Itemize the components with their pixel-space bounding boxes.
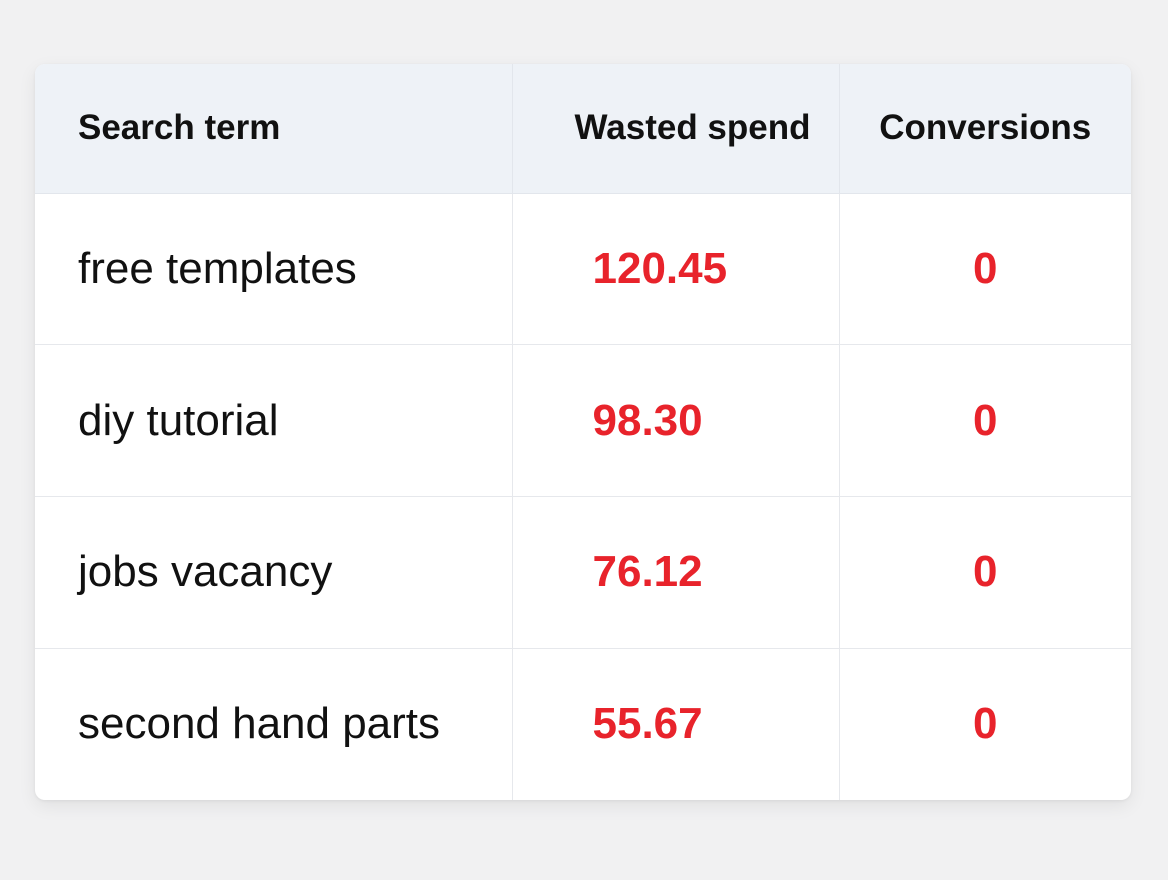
wasted-spend-cell: 98.30 [512,344,840,497]
conversions-cell: 0 [839,496,1131,649]
table-body: free templates 120.45 0 diy tutorial 98.… [35,193,1131,800]
wasted-spend-cell: 120.45 [512,193,840,346]
search-term-cell: second hand parts [35,648,513,800]
wasted-spend-cell: 76.12 [512,496,840,649]
column-header-conversions[interactable]: Conversions [839,64,1131,194]
table-row[interactable]: diy tutorial 98.30 0 [35,344,1131,497]
search-terms-card: Search term Wasted spend Conversions fre… [35,64,1131,800]
search-term-cell: free templates [35,193,513,346]
conversions-cell: 0 [973,699,998,749]
conversions-cell: 0 [839,193,1131,346]
table-row[interactable]: second hand parts 55.67 0 [35,648,1131,800]
search-term-cell: jobs vacancy [35,496,513,649]
table-row[interactable]: jobs vacancy 76.12 0 [35,496,1131,649]
column-header-search-term[interactable]: Search term [35,64,513,194]
column-header-wasted-spend[interactable]: Wasted spend [512,64,840,194]
header-row: Search term Wasted spend Conversions [35,64,1131,194]
table-header: Search term Wasted spend Conversions [35,64,1131,194]
conversions-cell: 0 [839,344,1131,497]
search-term-cell: diy tutorial [35,344,513,497]
table-row[interactable]: free templates 120.45 0 [35,193,1131,346]
wasted-spend-cell: 55.67 [512,648,840,800]
wasted-spend-table: Search term Wasted spend Conversions fre… [35,64,1131,800]
